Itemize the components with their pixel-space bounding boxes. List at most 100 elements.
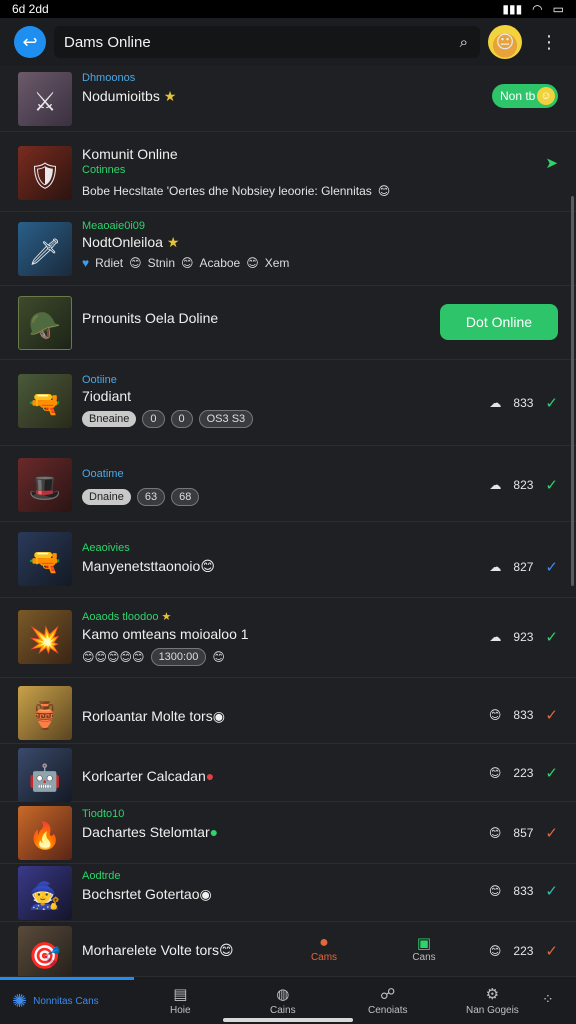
member-count: 827 (513, 560, 534, 574)
row-title: Korlcarter Calcadan● (82, 768, 215, 784)
row-pills: Dnaine 63 68 (82, 488, 200, 506)
quick-tabs: ● Cams ▣ Cans (300, 934, 450, 974)
active-tab-indicator (0, 977, 134, 980)
emoji-icon: 😊 (488, 826, 502, 840)
list-item[interactable]: 🎩 Ooatime Dnaine 63 68 ☁ 823 ✓ (0, 446, 576, 522)
emoji-icon: 😊 (218, 942, 234, 958)
game-thumbnail: 🏺 (18, 686, 72, 740)
row-title: Dachartes Stelomtar● (82, 824, 219, 840)
nav-home[interactable]: ▤ Hoie (170, 985, 191, 1016)
tab-cams[interactable]: ● Cams (304, 934, 344, 963)
emoji-icon: 😊 (129, 256, 142, 270)
nav-label: Cenoiats (368, 1005, 408, 1016)
search-input[interactable]: Dams Online (64, 34, 151, 51)
game-thumbnail: 🔫 (18, 374, 72, 428)
list-item[interactable]: 🧙 Aodtrde Bochsrtet Gotertao◉ 😊 833 ✓ (0, 864, 576, 922)
contacts-icon: ☍ (380, 986, 396, 1003)
game-thumbnail: 🔫 (18, 532, 72, 586)
row-title: Bochsrtet Gotertao◉ (82, 886, 212, 902)
online-toggle[interactable]: Non tb ☺ (492, 84, 558, 108)
star-icon: ★ (166, 234, 180, 250)
check-icon: ✓ (545, 825, 558, 842)
nav-settings[interactable]: ⚙ Nan Gogeis (466, 985, 519, 1016)
bottom-nav: ✺ Nonnitas Cans ▤ Hoie ◍ Cains ☍ Cenoiat… (0, 976, 576, 1024)
time-pill: 1300:00 (150, 648, 207, 666)
row-subtitle: Tiodto10 (82, 808, 125, 820)
list-item[interactable]: 🔫 Aeaoivies Manyenetsttaonoio😊 ☁ 827 ✓ (0, 522, 576, 598)
list-item[interactable]: 🔫 Ootiine 7iodiant Bneaine 0 0 OS3 S3 ☁ … (0, 360, 576, 446)
list-item[interactable]: 🗡 Meaoaie0i09 NodtOnleiloa ★ ♥ Rdiet 😊 St… (0, 212, 576, 286)
check-icon: ✓ (545, 943, 558, 960)
count-pill: 0 (170, 410, 193, 428)
row-meta: ☁ 827 ✓ (489, 558, 558, 576)
list-item[interactable]: 🎯 Morharelete Volte tors😊 😊 223 ✓ (0, 922, 576, 976)
count-pill: OS3 S3 (198, 410, 254, 428)
row-meta: ☁ 823 ✓ (489, 476, 558, 494)
back-button[interactable]: ↩ (14, 26, 46, 58)
more-menu-icon[interactable]: ⋮ (540, 33, 558, 51)
home-icon: ▤ (173, 986, 188, 1003)
toggle-label: Non tb (500, 89, 536, 103)
status-pill: Bneaine (82, 411, 137, 427)
system-icons: ▮▮▮ ◠ ▭ (502, 2, 564, 16)
wifi-icon: ◠ (532, 2, 543, 16)
go-online-button[interactable]: Dot Online (440, 304, 558, 340)
search-icon[interactable]: ⌕ (460, 34, 468, 51)
row-action[interactable]: ➤ (545, 154, 558, 172)
row-subtitle: Cotinnes (82, 164, 126, 176)
members-icon: ☁ (489, 478, 502, 492)
nav-community[interactable]: ✺ Nonnitas Cans (12, 991, 99, 1012)
list-item[interactable]: 🔥 Tiodto10 Dachartes Stelomtar● 😊 857 ✓ (0, 802, 576, 864)
list-item[interactable]: 🤖 Korlcarter Calcadan● 😊 223 ✓ (0, 744, 576, 802)
tab-label: Cams (310, 952, 338, 963)
games-icon: ◍ (276, 986, 290, 1003)
avatar[interactable]: 😐 (488, 25, 522, 59)
info-icon: ◉ (199, 886, 212, 902)
row-subtitle: Aoaods tloodoo ★ (82, 611, 172, 623)
home-indicator (223, 1018, 353, 1022)
chip: Xem (264, 256, 290, 270)
emoji-icon: 😊 (200, 558, 215, 574)
nav-label: Hoie (170, 1005, 191, 1016)
row-title: NodtOnleiloa ★ (82, 234, 180, 250)
count-pill: 0 (142, 410, 165, 428)
emoji-icon: 😊 (488, 708, 502, 722)
status-time: 6d 2dd (12, 2, 49, 16)
list-item[interactable]: 🪖 Prnounits Oela Doline Dot Online (0, 286, 576, 360)
check-icon: ✓ (545, 883, 558, 900)
community-icon: ✺ (12, 991, 28, 1011)
emoji-icon: 😊 (377, 184, 391, 198)
game-thumbnail: 💥 (18, 610, 72, 664)
list-item[interactable]: 💥 Aoaods tloodoo ★ Kamo omteans moioaloo… (0, 598, 576, 678)
emoji-icon: 😊 (246, 256, 259, 270)
nav-contacts[interactable]: ☍ Cenoiats (368, 985, 407, 1016)
tab-cans[interactable]: ▣ Cans (404, 934, 444, 963)
list-item[interactable]: 🛡 Komunit Online Cotinnes Bobe Hecsltate… (0, 132, 576, 212)
check-icon: ✓ (545, 707, 558, 724)
emoji-icon: 😊 (181, 256, 194, 270)
grid-menu-icon[interactable]: ⁘ (542, 991, 554, 1008)
chip: Rdiet (95, 256, 124, 270)
search-field[interactable]: Dams Online ⌕ (54, 26, 480, 58)
row-description: Bobe Hecsltate 'Oertes dhe Nobsiey leoor… (82, 184, 391, 198)
row-meta: ☁ 833 ✓ (489, 394, 558, 412)
row-subtitle: Meaoaie0i09 (82, 220, 145, 232)
check-icon: ✓ (545, 395, 558, 412)
emoji-icon: 😊 (488, 766, 502, 780)
list-item[interactable]: ⚔ Dhmoonos Nodumioitbs ★ Non tb ☺ (0, 66, 576, 132)
send-icon[interactable]: ➤ (545, 154, 558, 172)
list-item[interactable]: 🏺 Rorloantar Molte tors◉ 😊 833 ✓ (0, 678, 576, 744)
row-meta: 😊 857 ✓ (489, 824, 558, 842)
row-title: Kamo omteans moioaloo 1 (82, 626, 249, 642)
member-count: 923 (513, 630, 534, 644)
row-subtitle: Aodtrde (82, 870, 121, 882)
check-icon: ✓ (545, 629, 558, 646)
member-count: 857 (513, 826, 534, 840)
info-icon: ◉ (212, 708, 225, 724)
row-title: Komunit Online (82, 146, 178, 162)
battery-icon: ▭ (552, 2, 564, 16)
nav-games[interactable]: ◍ Cains (270, 985, 296, 1016)
member-count: 833 (513, 708, 534, 722)
game-thumbnail: 🧙 (18, 866, 72, 920)
scrollbar[interactable] (571, 196, 574, 586)
